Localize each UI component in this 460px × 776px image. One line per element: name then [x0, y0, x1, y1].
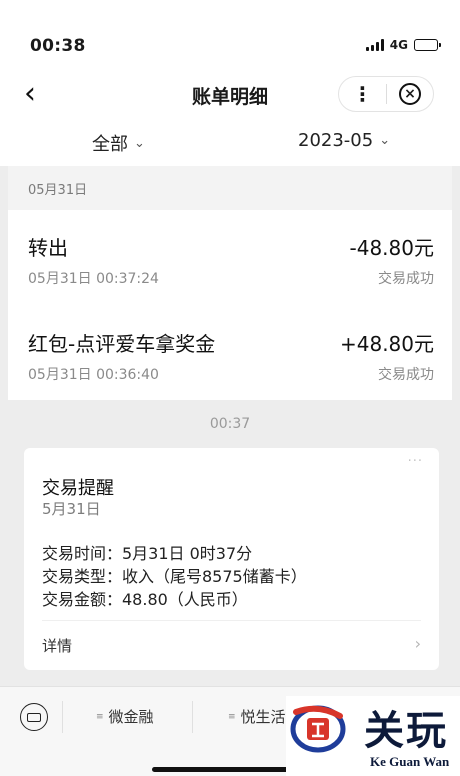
watermark-cn: 关玩 [364, 707, 448, 754]
transaction-time: 05月31日 00:37:24 [28, 271, 159, 287]
card-date: 5月31日 [42, 500, 101, 518]
watermark-emblem-icon [290, 705, 346, 753]
chevron-down-icon: ⌄ [134, 135, 145, 151]
home-indicator [152, 767, 307, 772]
transaction-amount: -48.80元 [349, 236, 434, 260]
menu-list-icon: ≡ [228, 711, 236, 722]
signal-icon [365, 39, 384, 51]
transaction-amount: +48.80元 [339, 332, 434, 356]
date-group-label: 05月31日 [28, 183, 88, 198]
menu-capsule: ⋮ × [338, 76, 434, 112]
close-icon: × [398, 83, 421, 105]
transaction-item[interactable]: 转出 -48.80元 05月31日 00:37:24 交易成功 [8, 210, 452, 306]
transaction-title: 转出 [28, 236, 68, 260]
card-detail-link[interactable]: 详情 [42, 635, 72, 656]
filter-bar: 全部 ⌄ 2023-05 ⌄ [0, 122, 460, 166]
category-filter-label: 全部 [92, 134, 128, 155]
menu-item-life[interactable]: ≡ 悦生活 [228, 706, 286, 727]
card-more-icon[interactable]: ··· [408, 454, 423, 469]
category-filter[interactable]: 全部 ⌄ [92, 130, 145, 156]
chevron-right-icon: › [414, 634, 421, 653]
status-indicators: 4G [365, 38, 441, 52]
month-filter[interactable]: 2023-05 ⌄ [298, 130, 390, 151]
nav-bar: ‹ 账单明细 ⋮ × [0, 68, 460, 122]
menu-divider [192, 701, 193, 733]
more-button[interactable]: ⋮ [339, 77, 386, 111]
transaction-alert-card[interactable]: ··· 交易提醒 5月31日 交易时间：5月31日 0时37分 交易类型：收入（… [24, 448, 439, 670]
card-line: 交易类型：收入（尾号8575储蓄卡） [42, 567, 307, 586]
menu-item-label: 微金融 [108, 708, 154, 726]
message-time: 00:37 [209, 416, 251, 432]
transaction-item[interactable]: 红包-点评爱车拿奖金 +48.80元 05月31日 00:36:40 交易成功 [8, 306, 452, 402]
status-time: 00:38 [30, 36, 86, 56]
keyboard-icon[interactable] [20, 703, 48, 731]
date-group-header: 05月31日 [8, 166, 452, 210]
menu-list-icon: ≡ [96, 711, 104, 722]
card-title: 交易提醒 [42, 478, 114, 499]
card-divider [42, 620, 421, 621]
network-type: 4G [389, 38, 408, 52]
watermark-en: Ke Guan Wan [370, 754, 450, 769]
transaction-status: 交易成功 [378, 367, 434, 383]
month-filter-label: 2023-05 [298, 130, 374, 151]
card-line: 交易金额：48.80（人民币） [42, 590, 248, 609]
transaction-time: 05月31日 00:36:40 [28, 367, 159, 383]
message-area: 00:37 ··· 交易提醒 5月31日 交易时间：5月31日 0时37分 交易… [8, 400, 452, 686]
transaction-title: 红包-点评爱车拿奖金 [28, 332, 216, 356]
transaction-status: 交易成功 [378, 271, 434, 287]
menu-item-finance[interactable]: ≡ 微金融 [96, 706, 154, 727]
card-line: 交易时间：5月31日 0时37分 [42, 544, 253, 563]
watermark-logo: 关玩 Ke Guan Wan [286, 696, 460, 776]
menu-item-label: 悦生活 [240, 708, 286, 726]
chevron-down-icon: ⌄ [379, 133, 391, 148]
close-button[interactable]: × [387, 83, 433, 105]
battery-icon [414, 39, 441, 51]
menu-divider [62, 701, 63, 733]
status-bar: 00:38 4G [0, 0, 460, 68]
